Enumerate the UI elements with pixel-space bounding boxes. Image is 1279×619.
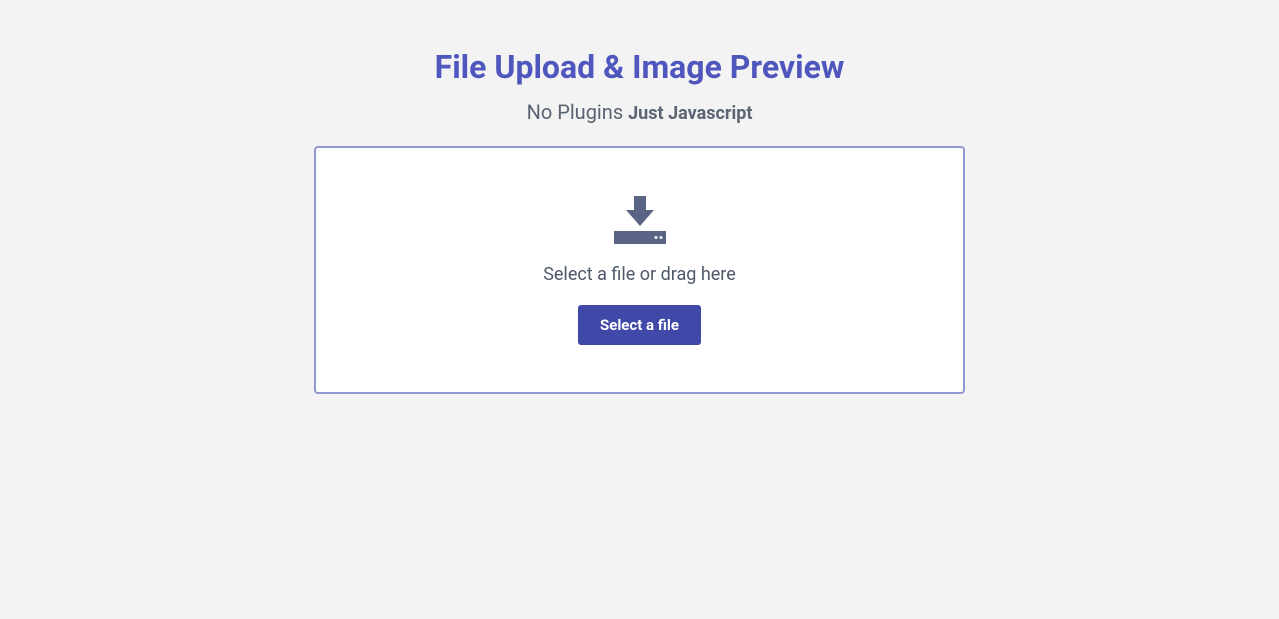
page-subtitle: No Plugins Just Javascript	[527, 100, 753, 124]
subtitle-bold-text: Just Javascript	[628, 103, 752, 124]
subtitle-plain-text: No Plugins	[527, 100, 629, 124]
page-title: File Upload & Image Preview	[435, 48, 845, 86]
select-file-button[interactable]: Select a file	[578, 305, 701, 345]
download-icon	[614, 196, 666, 244]
upload-instruction: Select a file or drag here	[543, 264, 736, 285]
upload-dropzone[interactable]: Select a file or drag here Select a file	[314, 146, 965, 394]
